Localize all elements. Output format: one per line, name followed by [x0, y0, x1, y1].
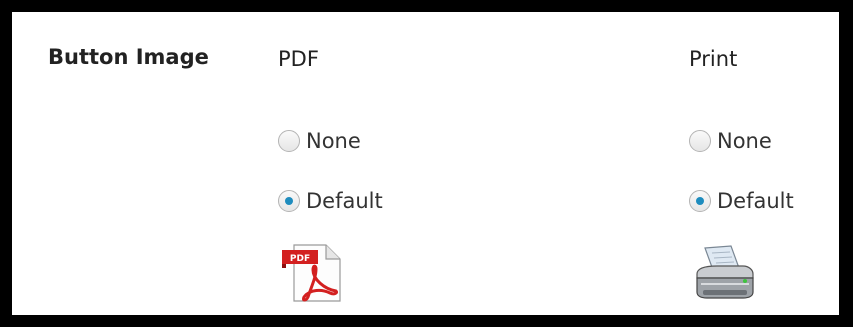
pdf-banner-text: PDF — [290, 254, 310, 264]
print-none-radio[interactable] — [689, 130, 711, 152]
print-none-radio-option[interactable]: None — [689, 129, 772, 153]
print-default-radio-option[interactable]: Default — [689, 189, 794, 213]
print-none-label[interactable]: None — [717, 129, 772, 153]
button-image-settings: Button Image PDF None Default PDF Print … — [12, 12, 839, 315]
pdf-default-radio[interactable] — [278, 190, 300, 212]
pdf-default-radio-option[interactable]: Default — [278, 189, 383, 213]
button-image-label: Button Image — [48, 45, 209, 69]
printer-icon — [693, 244, 755, 306]
pdf-file-icon: PDF — [280, 243, 342, 307]
print-default-radio[interactable] — [689, 190, 711, 212]
pdf-column-title: PDF — [278, 47, 319, 71]
pdf-none-radio-option[interactable]: None — [278, 129, 361, 153]
print-default-label[interactable]: Default — [717, 189, 794, 213]
pdf-none-label[interactable]: None — [306, 129, 361, 153]
print-column-title: Print — [689, 47, 738, 71]
pdf-none-radio[interactable] — [278, 130, 300, 152]
pdf-default-label[interactable]: Default — [306, 189, 383, 213]
